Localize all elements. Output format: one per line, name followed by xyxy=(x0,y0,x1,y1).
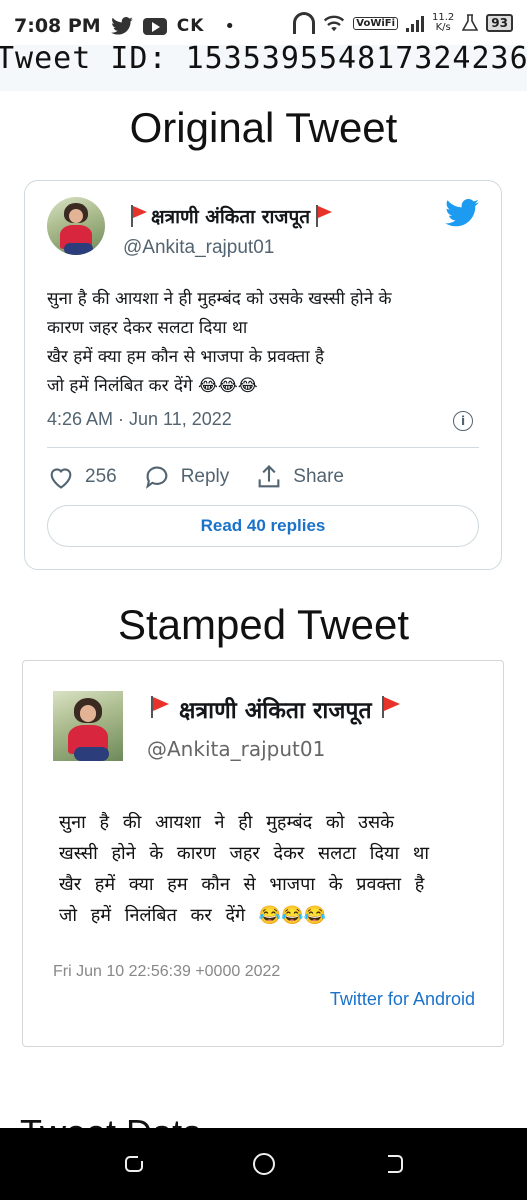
tweet-text-line: कारण जहर देकर सलटा दिया था xyxy=(47,318,248,338)
network-speed-unit: K/s xyxy=(435,22,451,33)
tweet-text-line: खैर हमें क्या हम कौन से भाजपा के प्रवक्त… xyxy=(59,874,425,895)
tweet-text-line: सुना है की आयशा ने ही मुहम्बंद को उसके ख… xyxy=(47,289,392,309)
flask-icon xyxy=(462,14,479,31)
avatar xyxy=(53,691,123,761)
tweet-text-line: खैर हमें क्या हम कौन से भाजपा के प्रवक्त… xyxy=(47,347,325,367)
reply-label: Reply xyxy=(180,466,230,487)
comment-icon xyxy=(145,466,168,489)
heart-icon xyxy=(50,468,72,489)
twitter-icon xyxy=(110,17,133,35)
notification-dot-icon: • xyxy=(224,15,235,37)
tweet-id-label: Tweet ID: xyxy=(0,45,168,76)
flag-icon xyxy=(129,205,147,227)
tweet-timestamp[interactable]: 4:26 AM · Jun 11, 2022 xyxy=(47,409,232,430)
avatar[interactable] xyxy=(47,197,105,255)
tweet-id-header: Tweet ID: 1535395548173242368 xyxy=(0,45,527,91)
display-name: क्षत्राणी अंकिता राजपूत xyxy=(149,693,402,725)
original-tweet-title: Original Tweet xyxy=(129,104,398,151)
twitter-logo-icon[interactable] xyxy=(445,199,479,227)
tweet-text-line: जो हमें निलंबित कर देंगे 😂😂😂 xyxy=(59,905,327,926)
display-name-text: क्षत्राणी अंकिता राजपूत xyxy=(179,698,372,724)
flag-icon xyxy=(314,205,333,227)
tweet-source-link[interactable]: Twitter for Android xyxy=(330,989,475,1010)
signal-icon xyxy=(406,14,425,32)
user-handle: @Ankita_rajput01 xyxy=(147,737,326,761)
display-name[interactable]: क्षत्राणी अंकिता राजपूत xyxy=(129,203,333,229)
display-name-text: क्षत्राणी अंकिता राजपूत xyxy=(151,206,311,228)
divider xyxy=(47,447,479,448)
network-speed: 11.2 K/s xyxy=(432,13,454,33)
like-count: 256 xyxy=(85,466,117,487)
battery-icon: 93 xyxy=(486,14,513,32)
tweet-text-line: खस्सी होने के कारण जहर देकर सलटा दिया था xyxy=(59,843,430,864)
tweet-text-line: जो हमें निलंबित कर देंगे 😂😂😂 xyxy=(47,376,258,396)
read-replies-button[interactable]: Read 40 replies xyxy=(47,505,479,547)
reply-button[interactable]: Reply xyxy=(143,463,230,491)
info-icon[interactable]: i xyxy=(453,411,473,431)
stamped-tweet-title: Stamped Tweet xyxy=(117,601,410,648)
tweet-id-value: 1535395548173242368 xyxy=(185,45,527,76)
home-icon[interactable] xyxy=(252,1152,276,1176)
tweet-timestamp: Fri Jun 10 22:56:39 +0000 2022 xyxy=(53,963,281,980)
vowifi-badge: VoWiFi xyxy=(353,16,399,30)
share-button[interactable]: Share xyxy=(255,463,344,491)
like-button[interactable]: 256 xyxy=(47,463,117,491)
status-time: 7:08 PM xyxy=(14,15,101,37)
tweet-actions: 256 Reply Share xyxy=(47,463,370,491)
tweet-text: सुना है की आयशा ने ही मुहम्बंद को उसके ख… xyxy=(47,285,392,401)
user-handle[interactable]: @Ankita_rajput01 xyxy=(123,237,274,259)
share-icon xyxy=(258,465,280,488)
back-icon[interactable] xyxy=(382,1152,406,1176)
tweet-id-line: Tweet ID: 1535395548173242368 xyxy=(0,45,527,76)
flag-icon xyxy=(149,696,171,722)
original-tweet-card[interactable]: क्षत्राणी अंकिता राजपूत @Ankita_rajput01… xyxy=(24,180,502,570)
flag-icon xyxy=(380,696,402,722)
recent-apps-icon[interactable] xyxy=(122,1152,146,1176)
wifi-icon xyxy=(324,15,345,32)
share-label: Share xyxy=(293,466,344,487)
headset-icon xyxy=(293,12,316,34)
stamped-tweet-card: क्षत्राणी अंकिता राजपूत @Ankita_rajput01… xyxy=(22,660,504,1047)
carrier-tag: CK xyxy=(176,16,205,36)
tweet-text-line: सुना है की आयशा ने ही मुहम्बंद को उसके xyxy=(59,812,394,833)
youtube-icon xyxy=(142,17,167,35)
navigation-bar xyxy=(0,1128,527,1200)
tweet-text: सुना है की आयशा ने ही मुहम्बंद को उसके ख… xyxy=(59,807,429,931)
